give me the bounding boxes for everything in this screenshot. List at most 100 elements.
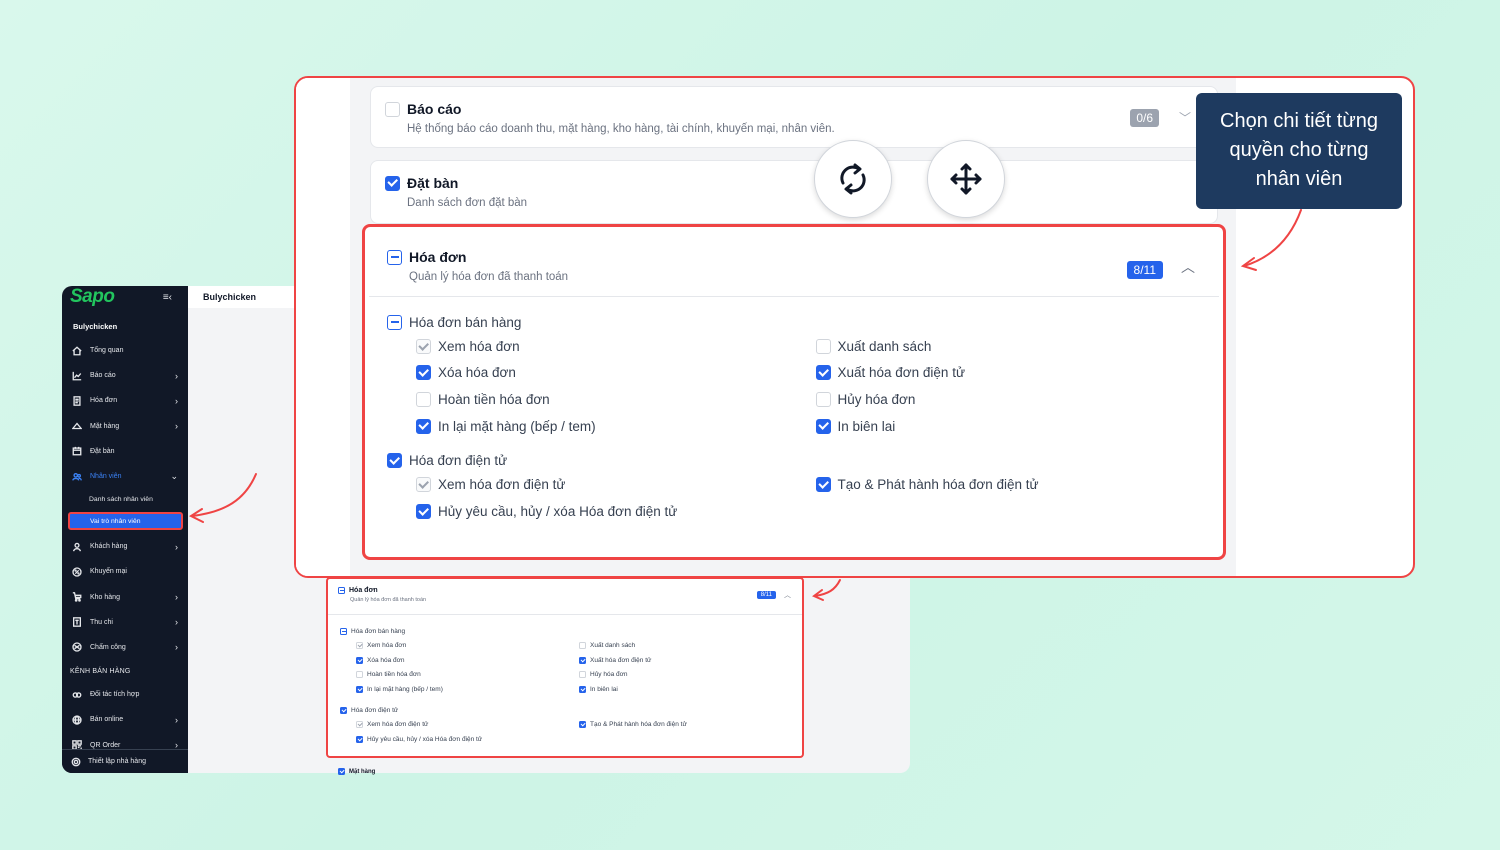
permission-row: Hoàn tiền hóa đơn Hủy hóa đơn — [387, 386, 1215, 413]
permission-label: Xuất danh sách — [590, 641, 636, 649]
permission-group-checkbox[interactable] — [387, 452, 402, 468]
permission-item[interactable]: Xuất danh sách — [579, 641, 802, 649]
permission-checkbox[interactable] — [356, 735, 363, 743]
permission-checkbox[interactable] — [815, 418, 831, 434]
sidebar-item-globe[interactable]: Bán online › — [62, 707, 188, 732]
permission-checkbox[interactable] — [356, 686, 363, 694]
bao-cao-checkbox[interactable] — [385, 101, 400, 117]
sidebar-sub-item-roles[interactable]: Vai trò nhân viên — [68, 512, 183, 531]
chevron-up-icon[interactable]: ︿ — [1181, 257, 1195, 277]
invoice-panel-header[interactable]: Hóa đơn Quản lý hóa đơn đã thanh toán 8/… — [369, 231, 1219, 297]
permission-label: Xem hóa đơn điện tử — [438, 477, 566, 493]
chevron-up-icon[interactable]: ︿ — [784, 590, 791, 600]
sidebar-item-box[interactable]: Kho hàng › — [62, 585, 188, 610]
chevron-right-icon: › — [175, 714, 178, 725]
permission-item[interactable]: Hủy yêu cầu, hủy / xóa Hóa đơn điện tử — [356, 735, 579, 743]
permission-group-checkbox[interactable] — [340, 706, 347, 714]
permission-checkbox[interactable] — [356, 656, 363, 664]
permission-checkbox[interactable] — [416, 365, 431, 381]
permission-group[interactable]: Hóa đơn điện tử — [387, 449, 1215, 471]
permission-group[interactable]: Hóa đơn bán hàng — [340, 624, 802, 638]
small-next-checkbox[interactable] — [338, 768, 345, 775]
permission-item[interactable]: Xuất hóa đơn điện tử — [579, 656, 802, 664]
permission-checkbox[interactable] — [815, 338, 831, 354]
permission-group-checkbox[interactable] — [340, 627, 347, 635]
invoice-checkbox[interactable] — [387, 249, 402, 265]
zoom-left-strip — [296, 78, 350, 576]
permission-item[interactable]: Hủy hóa đơn — [579, 671, 802, 679]
sidebar-item-label: Báo cáo — [90, 372, 116, 380]
permission-item[interactable]: Xóa hóa đơn — [356, 656, 579, 664]
card-bao-cao[interactable]: Báo cáo Hệ thống báo cáo doanh thu, mặt … — [370, 86, 1218, 148]
sidebar-item-chart[interactable]: Báo cáo › — [62, 363, 188, 388]
permission-checkbox[interactable] — [579, 721, 586, 729]
sidebar-item-home[interactable]: Tổng quan — [62, 338, 188, 363]
sidebar-item-partner[interactable]: Đối tác tích hợp — [62, 682, 188, 707]
permission-checkbox[interactable] — [815, 391, 831, 407]
permission-item[interactable]: Tạo & Phát hành hóa đơn điện tử — [579, 721, 802, 729]
permission-row: Hủy yêu cầu, hủy / xóa Hóa đơn điện tử — [340, 732, 802, 747]
permission-item[interactable]: Hoàn tiền hóa đơn — [416, 391, 816, 407]
permission-checkbox[interactable] — [579, 671, 586, 679]
sidebar-item-clock[interactable]: Chấm công › — [62, 635, 188, 660]
permission-checkbox[interactable] — [815, 477, 831, 493]
permission-item[interactable]: In lại mặt hàng (bếp / tem) — [356, 686, 579, 694]
permission-group-checkbox[interactable] — [387, 314, 402, 330]
card-dat-ban[interactable]: Đặt bàn Danh sách đơn đặt bàn — [370, 160, 1218, 224]
permission-item[interactable]: Xuất danh sách — [815, 338, 1216, 354]
rotate-button[interactable] — [814, 140, 892, 218]
permission-item[interactable]: Xem hóa đơn — [356, 641, 579, 649]
permission-item[interactable]: Xem hóa đơn — [416, 338, 816, 354]
permission-checkbox[interactable] — [416, 418, 431, 434]
permission-checkbox[interactable] — [416, 503, 431, 519]
sidebar-sub-item-staff-list[interactable]: Danh sách nhân viên — [62, 489, 188, 510]
sidebar-item-calendar[interactable]: Đặt bàn — [62, 439, 188, 464]
small-invoice-checkbox[interactable] — [338, 587, 345, 594]
permission-label: Hoàn tiền hóa đơn — [367, 671, 421, 679]
permission-item[interactable]: In biên lai — [579, 686, 802, 694]
permission-checkbox[interactable] — [356, 641, 363, 649]
small-invoice-header[interactable]: Hóa đơn Quản lý hóa đơn đã thanh toán 8/… — [328, 579, 802, 615]
permission-item[interactable]: Tạo & Phát hành hóa đơn điện tử — [815, 477, 1216, 493]
sidebar-item-tag[interactable]: Mặt hàng › — [62, 414, 188, 439]
permission-item[interactable]: Hủy yêu cầu, hủy / xóa Hóa đơn điện tử — [416, 503, 816, 519]
partner-icon — [71, 689, 83, 701]
sidebar-item-wallet[interactable]: Thu chi › — [62, 610, 188, 635]
chevron-down-icon[interactable]: ﹀ — [1179, 109, 1191, 126]
permission-item[interactable]: Xem hóa đơn điện tử — [416, 477, 816, 493]
collapse-menu-icon[interactable]: ≡‹ — [163, 292, 172, 303]
dat-ban-checkbox[interactable] — [385, 175, 400, 191]
small-invoice-badge: 8/11 — [756, 591, 776, 599]
permission-checkbox[interactable] — [579, 641, 586, 649]
sidebar-item-receipt[interactable]: Hóa đơn › — [62, 388, 188, 413]
permission-checkbox[interactable] — [416, 477, 431, 493]
small-next-card[interactable]: Mặt hàng — [338, 768, 375, 775]
permission-checkbox[interactable] — [356, 671, 363, 679]
move-button[interactable] — [927, 140, 1005, 218]
sidebar-item-user[interactable]: Khách hàng › — [62, 534, 188, 559]
permission-item[interactable]: Xóa hóa đơn — [416, 365, 816, 381]
permission-item[interactable]: Hủy hóa đơn — [815, 391, 1216, 407]
bao-cao-subtitle: Hệ thống báo cáo doanh thu, mặt hàng, kh… — [407, 123, 835, 135]
permission-checkbox[interactable] — [579, 656, 586, 664]
sidebar-item-users[interactable]: Nhân viên ⌄ — [62, 464, 188, 489]
permission-row: In lại mặt hàng (bếp / tem) In biên lai — [387, 413, 1215, 440]
permission-item[interactable]: Xuất hóa đơn điện tử — [815, 365, 1216, 381]
invoice-title: Hóa đơn — [387, 249, 1219, 265]
permission-label: Hủy yêu cầu, hủy / xóa Hóa đơn điện tử — [438, 503, 678, 519]
permission-group[interactable]: Hóa đơn bán hàng — [387, 311, 1215, 333]
sidebar-item-settings[interactable]: Thiết lập nhà hàng — [62, 749, 188, 773]
permission-checkbox[interactable] — [416, 338, 431, 354]
permission-checkbox[interactable] — [356, 721, 363, 729]
permission-item[interactable]: Xem hóa đơn điện tử — [356, 721, 579, 729]
percent-icon — [71, 566, 83, 578]
permission-checkbox[interactable] — [416, 391, 431, 407]
permission-item[interactable]: In biên lai — [815, 418, 1216, 434]
permission-checkbox[interactable] — [815, 365, 831, 381]
permission-item[interactable]: Hoàn tiền hóa đơn — [356, 671, 579, 679]
permission-group-label: Hóa đơn điện tử — [409, 452, 508, 468]
sidebar-item-percent[interactable]: Khuyến mại — [62, 559, 188, 584]
permission-group[interactable]: Hóa đơn điện tử — [340, 703, 802, 717]
permission-checkbox[interactable] — [579, 686, 586, 694]
permission-item[interactable]: In lại mặt hàng (bếp / tem) — [416, 418, 816, 434]
